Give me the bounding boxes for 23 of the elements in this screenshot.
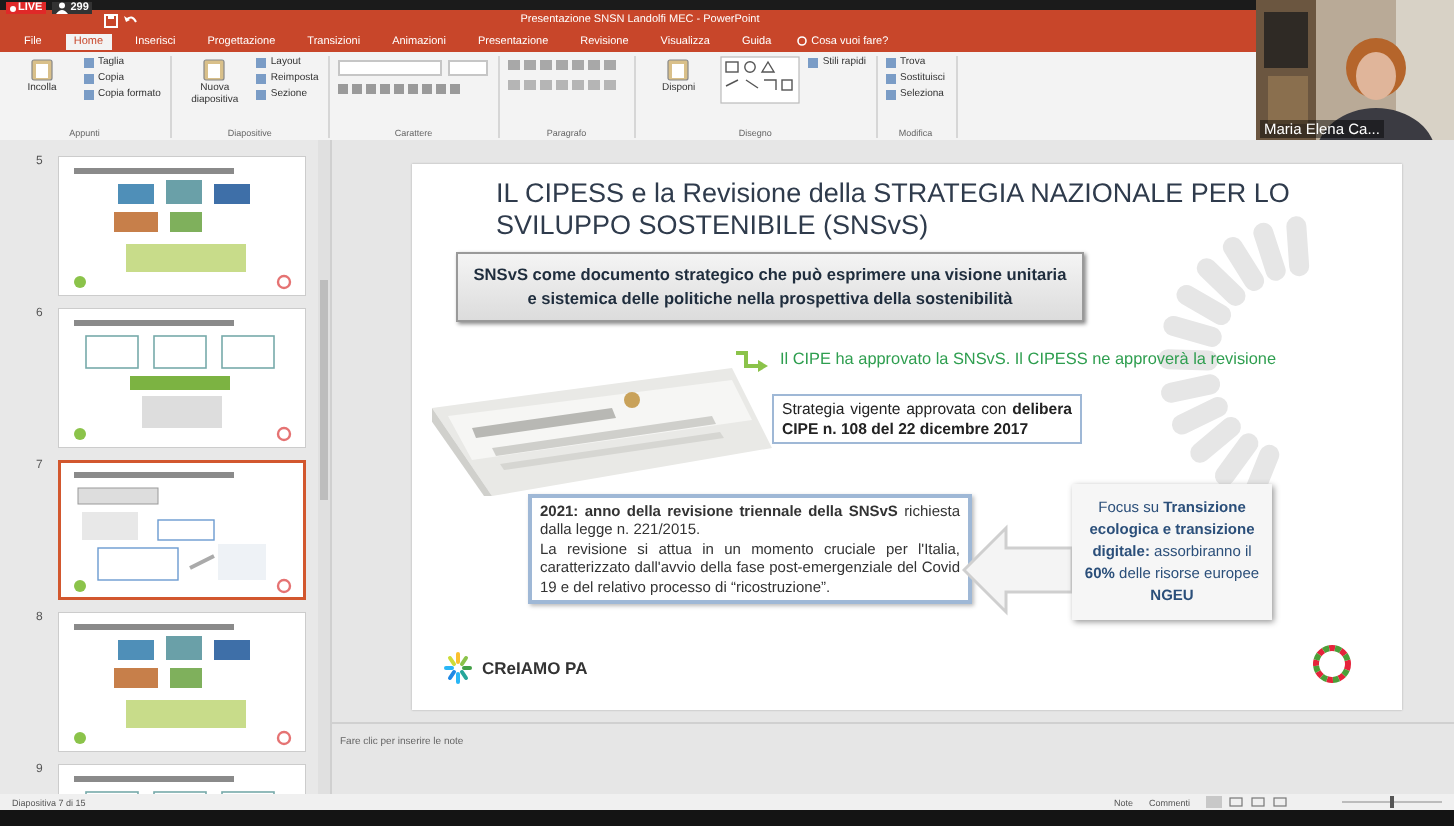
person-icon — [56, 2, 69, 14]
ribbon-icon — [666, 58, 691, 82]
ribbon-icon — [30, 58, 54, 82]
slide-thumbnail[interactable] — [58, 156, 307, 296]
sdg-wheel-icon — [1312, 644, 1352, 684]
arrow-icon — [736, 350, 768, 372]
font-format-icons[interactable] — [338, 84, 463, 96]
lightbulb-icon — [795, 35, 808, 47]
shapes-gallery-icon[interactable] — [720, 56, 801, 104]
undo-icon[interactable] — [124, 13, 138, 27]
slide-title: IL CIPESS e la Revisione della STRATEGIA NAZIONALE PER LO SVILUPPO SOSTENIBILE (SNSvS) — [496, 178, 1292, 241]
font-name-field[interactable] — [338, 60, 443, 76]
approval-note: Il CIPE ha approvato la SNSvS. Il CIPESS ne approverà la revisione — [780, 350, 1277, 368]
ribbon-icon — [202, 58, 227, 82]
slide-thumbnail[interactable] — [58, 308, 307, 448]
font-size-field[interactable] — [448, 60, 489, 76]
slide-thumbnail[interactable] — [58, 612, 307, 752]
text-box: SNSvS come documento strategico che può esprimere una visione unitaria e sistemica delle politiche nella prospettiva della sostenibilità — [456, 252, 1084, 323]
slide-thumbnail[interactable] — [58, 460, 307, 600]
logo-text: CReIAMO PA — [482, 658, 588, 678]
zoom-slider[interactable] — [1342, 796, 1442, 808]
logo-icon — [442, 650, 474, 686]
save-icon[interactable] — [104, 13, 118, 27]
